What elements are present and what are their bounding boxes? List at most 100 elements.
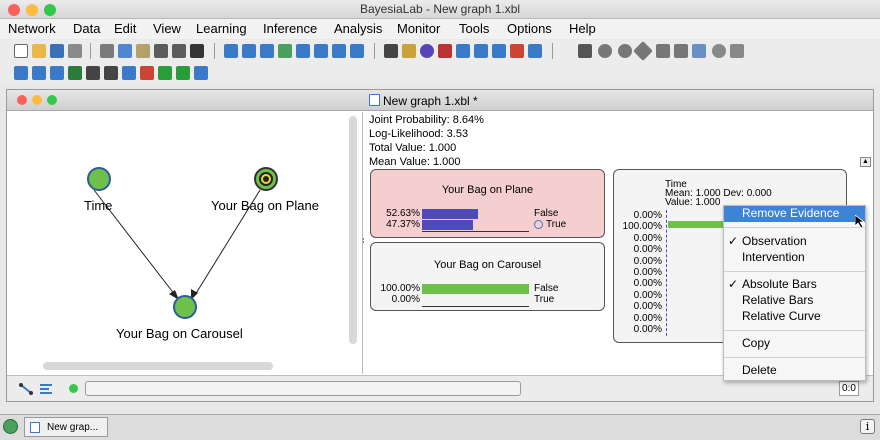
arc-reverse-icon[interactable] bbox=[140, 66, 154, 80]
monitor-icon[interactable] bbox=[384, 44, 398, 58]
pin-icon[interactable] bbox=[438, 44, 452, 58]
undo-icon[interactable] bbox=[154, 44, 168, 58]
rotate-left-icon[interactable] bbox=[332, 44, 346, 58]
mouse-cursor-icon bbox=[854, 214, 866, 229]
save-icon[interactable] bbox=[50, 44, 64, 58]
add-constraint-icon[interactable] bbox=[618, 44, 632, 58]
paste-icon[interactable] bbox=[136, 44, 150, 58]
context-menu: Remove Evidence ✓ Observation Interventi… bbox=[723, 205, 866, 381]
menu-delete[interactable]: Delete bbox=[724, 363, 865, 379]
close-graph-button[interactable] bbox=[17, 95, 27, 105]
menu-help[interactable]: Help bbox=[569, 21, 596, 36]
open-folder-icon[interactable] bbox=[32, 44, 46, 58]
redo-icon[interactable] bbox=[172, 44, 186, 58]
zoom-in-small-icon[interactable] bbox=[14, 66, 28, 80]
new-file-icon[interactable] bbox=[14, 44, 28, 58]
menu-observation[interactable]: Observation bbox=[724, 234, 865, 250]
add-node-icon[interactable] bbox=[598, 44, 612, 58]
monitor-plane[interactable]: Your Bag on Plane 52.63% False 47.37% Tr… bbox=[370, 169, 605, 238]
arc-orient-icon[interactable] bbox=[122, 66, 136, 80]
menu-monitor[interactable]: Monitor bbox=[397, 21, 440, 36]
zoom-in-icon[interactable] bbox=[224, 44, 238, 58]
menu-edit[interactable]: Edit bbox=[114, 21, 136, 36]
menu-view[interactable]: View bbox=[153, 21, 181, 36]
cut-arc-icon[interactable] bbox=[104, 66, 118, 80]
add-utility-icon[interactable] bbox=[656, 44, 670, 58]
menu-tools[interactable]: Tools bbox=[459, 21, 489, 36]
mean-value: Mean Value: 1.000 bbox=[369, 156, 461, 168]
monitor-carousel[interactable]: Your Bag on Carousel 100.00% False 0.00%… bbox=[370, 242, 605, 311]
graph-mode-icon[interactable] bbox=[19, 382, 33, 396]
horizontal-scrollbar[interactable] bbox=[43, 362, 273, 370]
menu-relative-curve[interactable]: Relative Curve bbox=[724, 309, 865, 325]
evidence-icon[interactable] bbox=[402, 44, 416, 58]
menu-copy[interactable]: Copy bbox=[724, 336, 865, 352]
zoom-reset-icon[interactable] bbox=[50, 66, 64, 80]
node-plane-target-icon[interactable] bbox=[254, 167, 278, 191]
minimize-graph-button[interactable] bbox=[32, 95, 42, 105]
check-icon[interactable] bbox=[158, 66, 172, 80]
collapse-up-icon[interactable]: ▲ bbox=[860, 157, 871, 167]
menu-data[interactable]: Data bbox=[73, 21, 100, 36]
layout-icon[interactable] bbox=[296, 44, 310, 58]
arc-icon[interactable] bbox=[68, 66, 82, 80]
app-logo-icon[interactable] bbox=[3, 419, 18, 434]
inference-icon[interactable] bbox=[456, 44, 470, 58]
menu-learning[interactable]: Learning bbox=[196, 21, 247, 36]
add-arc-icon[interactable] bbox=[674, 44, 688, 58]
target-state-icon bbox=[534, 220, 543, 229]
carousel-true-pct: 0.00% bbox=[391, 294, 420, 305]
note-icon[interactable] bbox=[692, 44, 706, 58]
vertical-scrollbar[interactable] bbox=[349, 116, 357, 344]
arrow-tool-icon[interactable] bbox=[528, 44, 542, 58]
graph-canvas[interactable]: Time Your Bag on Plane Your Bag on Carou… bbox=[13, 112, 363, 374]
find-icon[interactable] bbox=[190, 44, 204, 58]
zoom-fit-icon[interactable] bbox=[260, 44, 274, 58]
menu-network[interactable]: Network bbox=[8, 21, 56, 36]
corner-icon[interactable] bbox=[176, 66, 190, 80]
monitor-mode-icon[interactable] bbox=[39, 382, 55, 396]
trash-icon[interactable] bbox=[730, 44, 744, 58]
menu-options[interactable]: Options bbox=[507, 21, 552, 36]
zoom-out-icon[interactable] bbox=[242, 44, 256, 58]
plane-false-state: False bbox=[534, 208, 559, 219]
total-value: Total Value: 1.000 bbox=[369, 142, 457, 154]
node-carousel[interactable] bbox=[173, 295, 197, 319]
print-icon[interactable] bbox=[68, 44, 82, 58]
menu-intervention[interactable]: Intervention bbox=[724, 250, 865, 266]
time-state-pct: 0.00% bbox=[633, 312, 662, 324]
node-icon[interactable] bbox=[420, 44, 434, 58]
time-state-pct: 0.00% bbox=[633, 278, 662, 290]
add-decision-icon[interactable] bbox=[633, 41, 653, 61]
carousel-false-state: False bbox=[534, 283, 559, 294]
filter-icon[interactable] bbox=[474, 44, 488, 58]
info-icon[interactable]: i bbox=[860, 419, 875, 434]
rotate-right-icon[interactable] bbox=[350, 44, 364, 58]
target-icon[interactable] bbox=[492, 44, 506, 58]
menu-absolute-bars[interactable]: Absolute Bars bbox=[724, 277, 865, 293]
time-state-pct: 0.00% bbox=[633, 289, 662, 301]
grid-layout-icon[interactable] bbox=[278, 44, 292, 58]
node-label-carousel: Your Bag on Carousel bbox=[116, 326, 243, 341]
menu-inference[interactable]: Inference bbox=[263, 21, 317, 36]
hide-icon[interactable] bbox=[86, 66, 100, 80]
taskbar-window-button[interactable]: New grap... bbox=[24, 417, 108, 437]
align-icon[interactable] bbox=[194, 66, 208, 80]
distribute-icon[interactable] bbox=[314, 44, 328, 58]
carousel-false-pct: 100.00% bbox=[380, 283, 420, 294]
zoom-graph-button[interactable] bbox=[47, 95, 57, 105]
time-state-pct: 0.00% bbox=[633, 267, 662, 278]
zoom-out-small-icon[interactable] bbox=[32, 66, 46, 80]
node-time[interactable] bbox=[87, 167, 111, 191]
menu-remove-evidence[interactable]: Remove Evidence bbox=[724, 206, 865, 222]
menu-relative-bars[interactable]: Relative Bars bbox=[724, 293, 865, 309]
plane-false-pct: 52.63% bbox=[386, 208, 420, 219]
copy-icon[interactable] bbox=[118, 44, 132, 58]
taskbar: New grap... i bbox=[0, 414, 880, 440]
cut-icon[interactable] bbox=[100, 44, 114, 58]
remove-target-icon[interactable] bbox=[510, 44, 524, 58]
select-icon[interactable] bbox=[578, 44, 592, 58]
class-icon[interactable] bbox=[712, 44, 726, 58]
menu-analysis[interactable]: Analysis bbox=[334, 21, 382, 36]
monitor-plane-title: Your Bag on Plane bbox=[441, 184, 534, 196]
